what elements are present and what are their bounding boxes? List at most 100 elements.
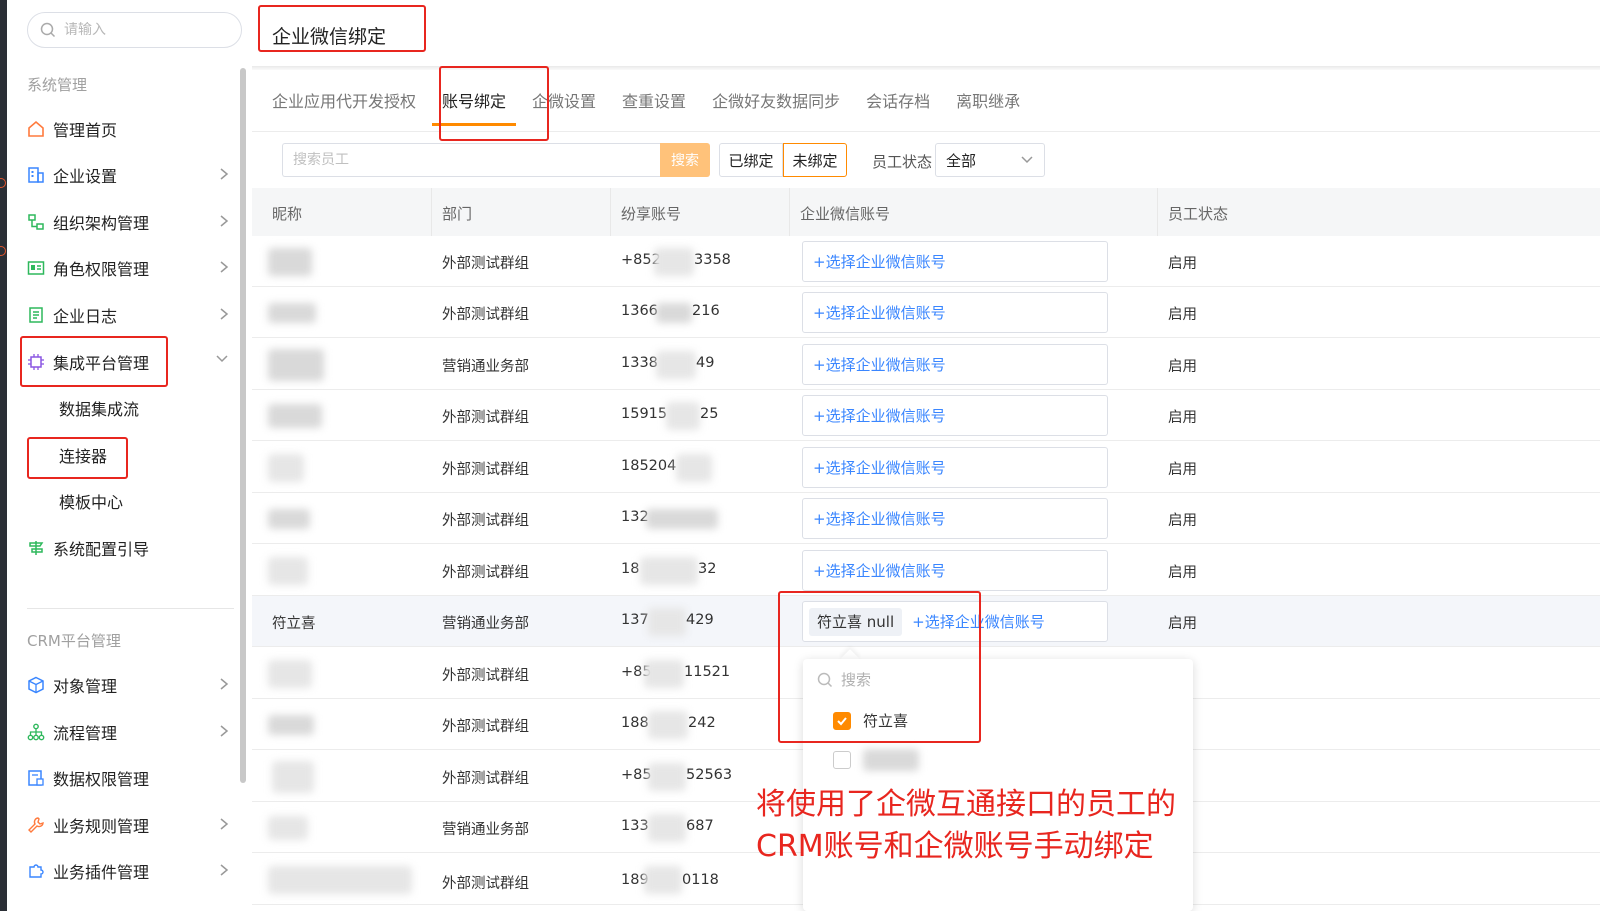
cell-account-suffix: 0118 bbox=[682, 872, 719, 888]
select-wecom-account-button[interactable]: +选择企业微信账号 bbox=[802, 498, 1108, 539]
sidebar-search[interactable] bbox=[27, 12, 242, 48]
page-title: 企业微信绑定 bbox=[272, 26, 387, 48]
cell-account-prefix: 188 bbox=[621, 715, 649, 731]
wecom-account-selector[interactable]: 符立喜 null +选择企业微信账号 bbox=[802, 601, 1108, 642]
table-row: 外部测试群组 185204 +选择企业微信账号 启用 bbox=[252, 442, 1600, 493]
redacted-account bbox=[656, 351, 696, 379]
tab-friend-sync[interactable]: 企微好友数据同步 bbox=[712, 88, 840, 128]
cell-status: 启用 bbox=[1168, 307, 1197, 323]
cell-account-suffix: 3358 bbox=[694, 252, 731, 268]
sidebar-search-input[interactable] bbox=[64, 22, 224, 38]
left-strip bbox=[0, 0, 7, 911]
tab-resign-inherit[interactable]: 离职继承 bbox=[956, 88, 1020, 128]
sidebar-item-objects[interactable]: 对象管理 bbox=[25, 668, 237, 702]
chevron-right-icon bbox=[220, 725, 229, 737]
sidebar-sub-connector[interactable]: 连接器 bbox=[59, 440, 107, 470]
select-wecom-account-button[interactable]: +选择企业微信账号 bbox=[802, 292, 1108, 333]
select-wecom-account-link[interactable]: +选择企业微信账号 bbox=[912, 611, 1045, 632]
redacted-account bbox=[644, 866, 682, 894]
chevron-right-icon bbox=[220, 818, 229, 830]
search-button[interactable]: 搜索 bbox=[660, 143, 710, 177]
home-icon bbox=[25, 118, 47, 140]
select-wecom-account-button[interactable]: +选择企业微信账号 bbox=[802, 395, 1108, 436]
employee-search-input[interactable] bbox=[282, 143, 660, 177]
redacted-account bbox=[640, 557, 698, 585]
sidebar-item-company-settings[interactable]: 企业设置 bbox=[25, 158, 237, 192]
sidebar-item-home[interactable]: 管理首页 bbox=[25, 112, 237, 146]
tab-dev-auth[interactable]: 企业应用代开发授权 bbox=[272, 88, 416, 128]
redacted-account bbox=[648, 814, 686, 842]
cell-status: 启用 bbox=[1168, 359, 1197, 375]
cell-account-suffix: 242 bbox=[688, 715, 716, 731]
cell-account-prefix: 132 bbox=[621, 509, 649, 525]
sidebar: 系统管理 管理首页 企业设置 组织架构管理 角色权限管理 企业日志 集成平台 bbox=[7, 0, 245, 911]
column-separator bbox=[610, 188, 611, 236]
sidebar-item-plugins[interactable]: 业务插件管理 bbox=[25, 854, 237, 888]
redacted-option-label bbox=[863, 749, 919, 771]
sidebar-item-data-perm[interactable]: 数据权限管理 bbox=[25, 761, 237, 795]
tab-wecom-settings[interactable]: 企微设置 bbox=[532, 88, 596, 128]
guide-icon bbox=[25, 537, 47, 559]
status-filter-value: 全部 bbox=[946, 151, 977, 170]
sidebar-item-roles[interactable]: 角色权限管理 bbox=[25, 251, 237, 285]
sidebar-item-integration[interactable]: 集成平台管理 bbox=[25, 345, 237, 379]
table-row: 外部测试群组 +852 3358 +选择企业微信账号 启用 bbox=[252, 236, 1600, 287]
sidebar-item-label: 管理首页 bbox=[53, 121, 118, 140]
cube-icon bbox=[25, 674, 47, 696]
redacted-nickname bbox=[268, 509, 310, 529]
sidebar-item-config-guide[interactable]: 系统配置引导 bbox=[25, 531, 237, 565]
cell-account-suffix: 687 bbox=[686, 818, 714, 834]
dropdown-option[interactable]: 符立喜 bbox=[833, 710, 908, 731]
select-wecom-account-button[interactable]: +选择企业微信账号 bbox=[802, 447, 1108, 488]
checkbox-checked[interactable] bbox=[833, 711, 851, 730]
cell-account-suffix: 429 bbox=[686, 612, 714, 628]
column-header-wecom: 企业微信账号 bbox=[800, 205, 891, 223]
filter-unbound-button[interactable]: 未绑定 bbox=[783, 143, 847, 177]
select-wecom-account-button[interactable]: +选择企业微信账号 bbox=[802, 550, 1108, 591]
sidebar-item-logs[interactable]: 企业日志 bbox=[25, 298, 237, 332]
sidebar-item-rules[interactable]: 业务规则管理 bbox=[25, 808, 237, 842]
tab-account-binding[interactable]: 账号绑定 bbox=[432, 88, 517, 128]
filter-bound-button[interactable]: 已绑定 bbox=[719, 143, 783, 177]
chevron-down-icon bbox=[1021, 156, 1033, 164]
sidebar-item-label: 数据权限管理 bbox=[53, 770, 150, 789]
search-icon bbox=[40, 22, 56, 38]
sidebar-item-org[interactable]: 组织架构管理 bbox=[25, 205, 237, 239]
redacted-nickname bbox=[268, 454, 304, 482]
table-row: 外部测试群组 132 +选择企业微信账号 启用 bbox=[252, 493, 1600, 544]
cell-account-suffix: 11521 bbox=[684, 664, 731, 680]
cell-status: 启用 bbox=[1168, 616, 1197, 632]
redacted-nickname bbox=[268, 248, 312, 276]
sidebar-sub-dataflow[interactable]: 数据集成流 bbox=[59, 393, 139, 423]
table-row: 营销通业务部 1338 49 +选择企业微信账号 启用 bbox=[252, 339, 1600, 390]
strip-marker bbox=[0, 178, 6, 188]
cell-dept: 外部测试群组 bbox=[442, 565, 529, 581]
cell-dept: 营销通业务部 bbox=[442, 822, 529, 838]
redacted-account bbox=[648, 763, 686, 791]
selected-account-tag[interactable]: 符立喜 null bbox=[809, 607, 903, 636]
cell-account-prefix: 185204 bbox=[621, 458, 677, 474]
sidebar-item-label: 对象管理 bbox=[53, 677, 118, 696]
tab-dedup-settings[interactable]: 查重设置 bbox=[622, 88, 686, 128]
chevron-down-icon bbox=[216, 355, 228, 363]
checkbox-unchecked[interactable] bbox=[833, 751, 851, 769]
annotation-line: 将使用了企微互通接口的员工的 bbox=[756, 787, 1176, 822]
select-wecom-account-button[interactable]: +选择企业微信账号 bbox=[802, 344, 1108, 385]
redacted-nickname bbox=[268, 303, 316, 323]
cell-dept: 外部测试群组 bbox=[442, 410, 529, 426]
status-filter-select[interactable]: 全部 bbox=[935, 143, 1045, 177]
sidebar-sub-templates[interactable]: 模板中心 bbox=[59, 486, 123, 516]
redacted-account bbox=[666, 402, 700, 430]
sidebar-item-flows[interactable]: 流程管理 bbox=[25, 715, 237, 749]
strip-marker bbox=[0, 246, 6, 256]
select-wecom-account-button[interactable]: +选择企业微信账号 bbox=[802, 241, 1108, 282]
chevron-right-icon bbox=[220, 215, 229, 227]
sidebar-scrollbar[interactable] bbox=[240, 68, 246, 783]
chevron-right-icon bbox=[220, 864, 229, 876]
redacted-nickname bbox=[268, 715, 314, 735]
dropdown-search[interactable]: 搜索 bbox=[817, 669, 871, 690]
wrench-icon bbox=[25, 814, 47, 836]
dropdown-option[interactable] bbox=[833, 749, 919, 771]
table-row: 外部测试群组 18 32 +选择企业微信账号 启用 bbox=[252, 545, 1600, 596]
tab-chat-archive[interactable]: 会话存档 bbox=[866, 88, 930, 128]
